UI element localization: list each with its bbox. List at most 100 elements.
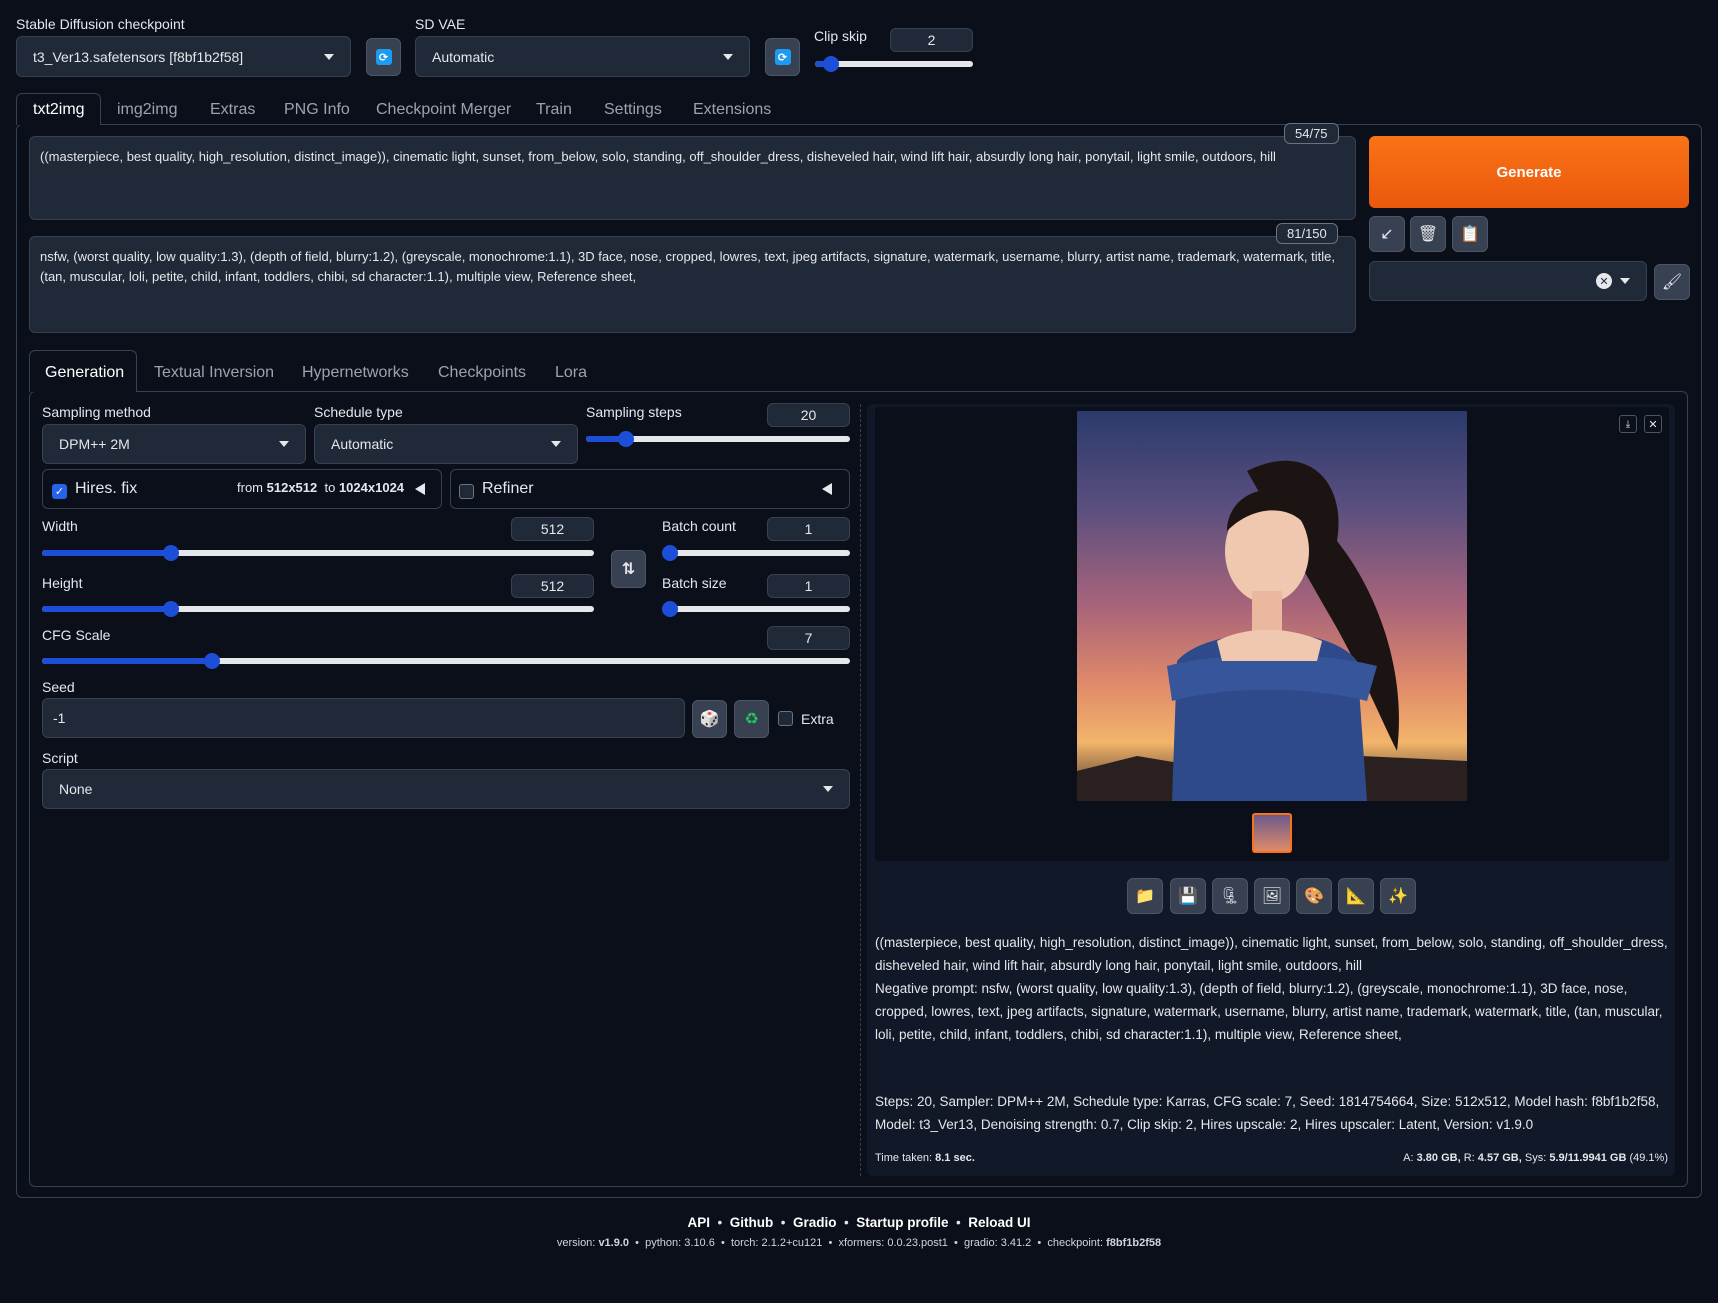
time-taken: Time taken: 8.1 sec. xyxy=(875,1152,975,1164)
hires-fix-label: Hires. fix xyxy=(75,480,138,497)
tab-train[interactable]: Train xyxy=(536,101,572,119)
sampling-method-dropdown[interactable]: DPM++ 2M xyxy=(42,424,306,464)
extra-seed-checkbox[interactable] xyxy=(778,711,793,726)
tab-textual-inversion[interactable]: Textual Inversion xyxy=(154,364,274,382)
slider-handle[interactable] xyxy=(203,653,220,669)
sampling-steps-input[interactable]: 20 xyxy=(767,403,850,427)
height-slider[interactable] xyxy=(42,601,594,617)
vae-dropdown[interactable]: Automatic xyxy=(415,36,750,77)
cfg-scale-slider[interactable] xyxy=(42,653,850,669)
startup-profile-link[interactable]: Startup profile xyxy=(856,1215,948,1230)
width-label: Width xyxy=(42,518,78,534)
width-slider[interactable] xyxy=(42,545,594,561)
generate-button[interactable]: Generate xyxy=(1369,136,1689,208)
slider-handle[interactable] xyxy=(822,56,839,72)
seed-input[interactable]: -1 xyxy=(42,698,685,738)
hires-fix-checkbox[interactable]: ✓ xyxy=(52,484,67,499)
refresh-vae-button[interactable]: ⟳ xyxy=(765,38,800,76)
checkpoint-hash-label: checkpoint: xyxy=(1047,1237,1104,1249)
zip-button[interactable]: 🗜 xyxy=(1212,878,1248,914)
mem-sys: 5.9/11.9941 GB xyxy=(1549,1152,1627,1164)
dice-icon: 🎲 xyxy=(699,711,720,728)
save-button[interactable]: 💾 xyxy=(1170,878,1206,914)
styles-dropdown[interactable]: ✕ xyxy=(1369,261,1647,301)
reuse-seed-button[interactable]: ♻ xyxy=(734,700,769,738)
tab-extras[interactable]: Extras xyxy=(210,101,255,119)
height-input[interactable]: 512 xyxy=(511,574,594,598)
slider-handle[interactable] xyxy=(662,601,678,617)
send-to-img2img-button[interactable]: 🖼 xyxy=(1254,878,1290,914)
tab-generation[interactable]: Generation xyxy=(45,364,124,382)
mem-r-label: R: xyxy=(1463,1152,1475,1164)
hires-from: 512x512 xyxy=(266,480,318,495)
prompt-input[interactable]: ((masterpiece, best quality, high_resolu… xyxy=(29,136,1356,220)
open-folder-button[interactable]: 📁 xyxy=(1127,878,1163,914)
recycle-icon: ♻ xyxy=(744,711,759,728)
upscale-button[interactable]: ✨ xyxy=(1380,878,1416,914)
batch-size-slider[interactable] xyxy=(662,601,850,617)
batch-size-input[interactable]: 1 xyxy=(767,574,850,598)
clear-icon[interactable]: ✕ xyxy=(1596,273,1612,289)
info-params: Steps: 20, Sampler: DPM++ 2M, Schedule t… xyxy=(875,1094,1660,1132)
time-label: Time taken: xyxy=(875,1152,933,1164)
tab-settings[interactable]: Settings xyxy=(604,101,662,119)
trash-icon: 🗑 xyxy=(1417,226,1439,243)
info-negative-prompt: Negative prompt: nsfw, (worst quality, l… xyxy=(875,981,1663,1042)
sampling-steps-slider[interactable] xyxy=(586,431,850,447)
collapse-icon[interactable] xyxy=(415,483,425,495)
read-params-button[interactable]: ↙ xyxy=(1369,216,1405,252)
tab-checkpoints[interactable]: Checkpoints xyxy=(438,364,526,382)
batch-count-slider[interactable] xyxy=(662,545,850,561)
refiner-checkbox[interactable] xyxy=(459,484,474,499)
random-seed-button[interactable]: 🎲 xyxy=(692,700,727,738)
reload-ui-link[interactable]: Reload UI xyxy=(968,1215,1030,1230)
generated-image[interactable] xyxy=(1077,411,1467,801)
cfg-scale-input[interactable]: 7 xyxy=(767,626,850,650)
thumbnail[interactable] xyxy=(1252,813,1292,853)
footer-versions: version: v1.9.0 • python: 3.10.6 • torch… xyxy=(556,1237,1162,1249)
checkpoint-label: Stable Diffusion checkpoint xyxy=(16,16,185,32)
api-link[interactable]: API xyxy=(688,1215,711,1230)
tab-checkpoint-merger[interactable]: Checkpoint Merger xyxy=(376,101,511,119)
time-value: 8.1 sec. xyxy=(935,1152,975,1164)
script-value: None xyxy=(59,781,93,797)
tab-png-info[interactable]: PNG Info xyxy=(284,101,350,119)
expand-icon[interactable] xyxy=(822,483,832,495)
tab-hypernetworks[interactable]: Hypernetworks xyxy=(302,364,409,382)
gradio-label: gradio: xyxy=(964,1237,998,1249)
negative-prompt-input[interactable]: nsfw, (worst quality, low quality:1.3), … xyxy=(29,236,1356,333)
tab-lora[interactable]: Lora xyxy=(555,364,587,382)
slider-handle[interactable] xyxy=(662,545,678,561)
download-icon[interactable]: ⤓ xyxy=(1619,415,1637,433)
gradio-link[interactable]: Gradio xyxy=(793,1215,837,1230)
tab-extensions[interactable]: Extensions xyxy=(693,101,771,119)
negative-token-counter: 81/150 xyxy=(1276,223,1338,244)
send-to-extras-button[interactable]: 📐 xyxy=(1338,878,1374,914)
send-to-inpaint-button[interactable]: 🎨 xyxy=(1296,878,1332,914)
info-prompt: ((masterpiece, best quality, high_resolu… xyxy=(875,935,1668,973)
refiner-label: Refiner xyxy=(482,480,534,497)
tab-img2img[interactable]: img2img xyxy=(117,101,177,119)
clear-prompt-button[interactable]: 🗑 xyxy=(1410,216,1446,252)
width-input[interactable]: 512 xyxy=(511,517,594,541)
edit-styles-button[interactable]: 🖌 xyxy=(1654,264,1690,300)
close-icon[interactable]: ✕ xyxy=(1644,415,1662,433)
hires-size-text: from 512x512 to 1024x1024 xyxy=(237,480,404,495)
checkpoint-value: t3_Ver13.safetensors [f8bf1b2f58] xyxy=(33,48,244,65)
refresh-checkpoint-button[interactable]: ⟳ xyxy=(366,38,401,76)
folder-icon: 📁 xyxy=(1135,888,1155,905)
paste-button[interactable]: 📋 xyxy=(1452,216,1488,252)
mem-sys-label: Sys: xyxy=(1524,1152,1547,1164)
batch-count-input[interactable]: 1 xyxy=(767,517,850,541)
tab-txt2img[interactable]: txt2img xyxy=(33,101,85,119)
image-icon: 🖼 xyxy=(1261,888,1283,905)
script-dropdown[interactable]: None xyxy=(42,769,850,809)
portrait-graphic xyxy=(1077,460,1467,801)
swap-dimensions-button[interactable]: ⇅ xyxy=(611,550,646,588)
clip-skip-input[interactable]: 2 xyxy=(890,28,973,52)
schedule-type-dropdown[interactable]: Automatic xyxy=(314,424,578,464)
clip-skip-slider[interactable] xyxy=(815,56,973,72)
checkpoint-dropdown[interactable]: t3_Ver13.safetensors [f8bf1b2f58] xyxy=(16,36,351,77)
github-link[interactable]: Github xyxy=(730,1215,774,1230)
slider-handle[interactable] xyxy=(617,431,634,447)
